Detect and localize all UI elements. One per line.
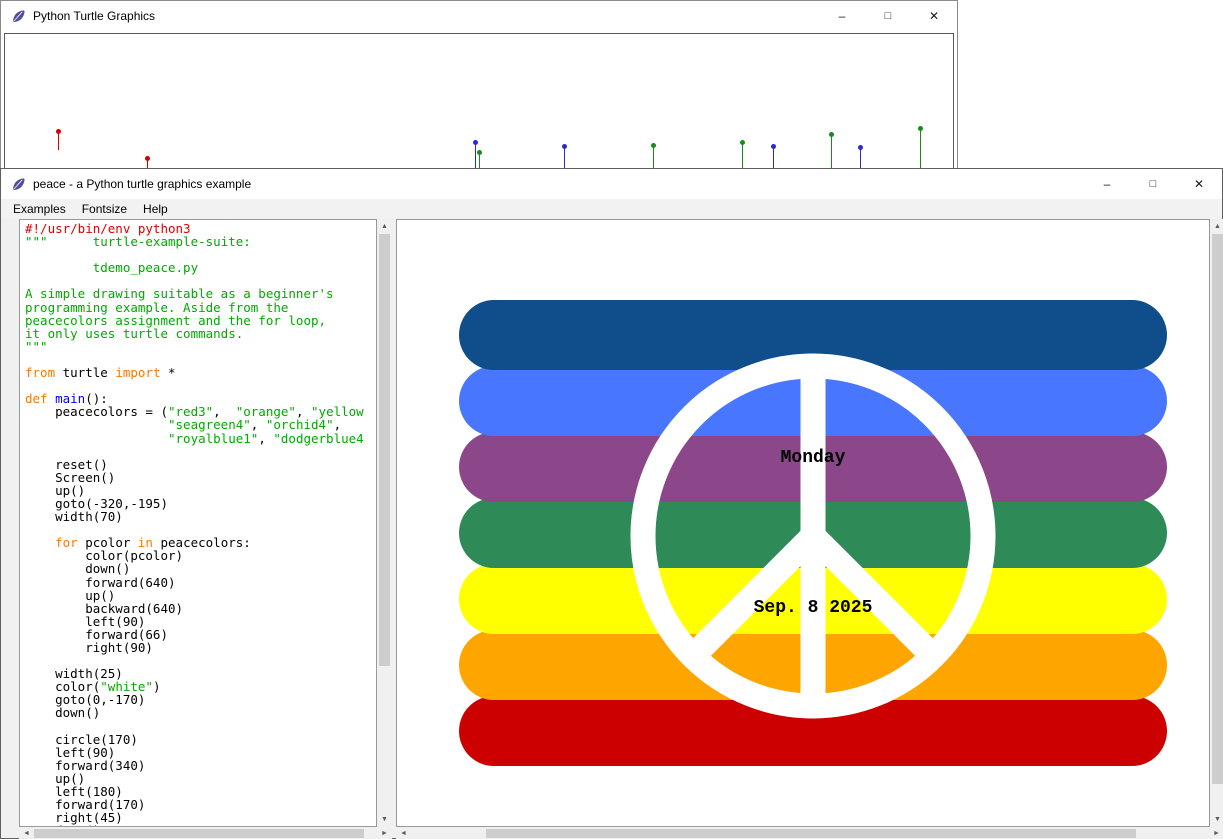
tree-dot (918, 126, 923, 131)
front-window-titlebar[interactable]: peace - a Python turtle graphics example… (1, 169, 1222, 199)
back-maximize-button[interactable]: □ (865, 1, 911, 31)
code-horizontal-scrollbar[interactable]: ◄ ► (19, 827, 392, 839)
code-line: right(90) (25, 641, 376, 654)
back-window-titlebar[interactable]: Python Turtle Graphics – □ ✕ (1, 1, 957, 31)
tree-stem (831, 134, 832, 168)
minimize-icon: – (839, 9, 846, 23)
tree-dot (858, 145, 863, 150)
tree-dot (740, 140, 745, 145)
tree-dot (651, 143, 656, 148)
code-line: down() (25, 706, 376, 719)
tree-dot (771, 144, 776, 149)
tree-stem (742, 142, 743, 168)
close-icon: ✕ (929, 9, 939, 23)
tree-dot (829, 132, 834, 137)
code-line: it only uses turtle commands. (25, 327, 376, 340)
scroll-left-icon[interactable]: ◄ (396, 827, 411, 839)
scroll-left-icon[interactable]: ◄ (19, 827, 34, 839)
tree-stem (475, 142, 476, 168)
scroll-down-icon[interactable]: ▼ (1210, 812, 1223, 827)
back-close-button[interactable]: ✕ (911, 1, 957, 31)
code-vertical-scrollbar[interactable]: ▲ ▼ (377, 219, 392, 827)
tk-feather-icon (10, 176, 26, 192)
front-maximize-button[interactable]: □ (1130, 169, 1176, 199)
close-icon: ✕ (1194, 177, 1204, 191)
tree-dot (477, 150, 482, 155)
canvas-text-day: Monday (781, 448, 846, 468)
scroll-down-icon[interactable]: ▼ (377, 812, 392, 827)
peace-symbol (397, 220, 1209, 826)
tree-dot (145, 156, 150, 161)
tree-dot (56, 129, 61, 134)
back-minimize-button[interactable]: – (819, 1, 865, 31)
maximize-icon: □ (1150, 178, 1157, 190)
code-line: from turtle import * (25, 366, 376, 379)
desktop: Python Turtle Graphics – □ ✕ peace - a P… (0, 0, 1223, 839)
scroll-up-icon[interactable]: ▲ (377, 219, 392, 234)
turtle-canvas: Monday Sep. 8 2025 (396, 219, 1210, 827)
menu-examples[interactable]: Examples (5, 199, 74, 219)
tree-dot (562, 144, 567, 149)
front-minimize-button[interactable]: – (1084, 169, 1130, 199)
tk-feather-icon (10, 8, 26, 24)
code-line: """ (25, 340, 376, 353)
canvas-horizontal-scrollbar[interactable]: ◄ ► (396, 827, 1223, 839)
canvas-vertical-scrollbar[interactable]: ▲ ▼ (1210, 219, 1223, 827)
menu-bar: Examples Fontsize Help (1, 199, 1222, 219)
tree-stem (860, 147, 861, 168)
tree-stem (653, 145, 654, 168)
canvas-hscroll-thumb[interactable] (486, 829, 1136, 838)
tree-stem (773, 146, 774, 168)
canvas-text-date: Sep. 8 2025 (754, 598, 873, 618)
tree-dot (473, 140, 478, 145)
menu-help[interactable]: Help (135, 199, 176, 219)
front-close-button[interactable]: ✕ (1176, 169, 1222, 199)
code-line: width(70) (25, 510, 376, 523)
tree-stem (920, 128, 921, 168)
code-line: tdemo_peace.py (25, 261, 376, 274)
front-window-controls: – □ ✕ (1084, 169, 1222, 199)
menu-fontsize[interactable]: Fontsize (74, 199, 135, 219)
front-window-title: peace - a Python turtle graphics example (33, 177, 251, 191)
minimize-icon: – (1104, 177, 1111, 191)
code-line: """ turtle-example-suite: (25, 235, 376, 248)
scroll-right-icon[interactable]: ► (1209, 827, 1223, 839)
canvas-vscroll-thumb[interactable] (1212, 234, 1223, 784)
scroll-right-icon[interactable]: ► (377, 827, 392, 839)
back-window-controls: – □ ✕ (819, 1, 957, 31)
code-line: "royalblue1", "dodgerblue4 (25, 432, 376, 445)
maximize-icon: □ (885, 10, 892, 22)
tree-stem (564, 146, 565, 168)
scroll-up-icon[interactable]: ▲ (1210, 219, 1223, 234)
back-window-title: Python Turtle Graphics (33, 9, 155, 23)
code-hscroll-thumb[interactable] (34, 829, 364, 838)
code-editor[interactable]: #!/usr/bin/env python3""" turtle-example… (19, 219, 377, 827)
code-vscroll-thumb[interactable] (379, 234, 390, 666)
front-window: peace - a Python turtle graphics example… (0, 168, 1223, 839)
